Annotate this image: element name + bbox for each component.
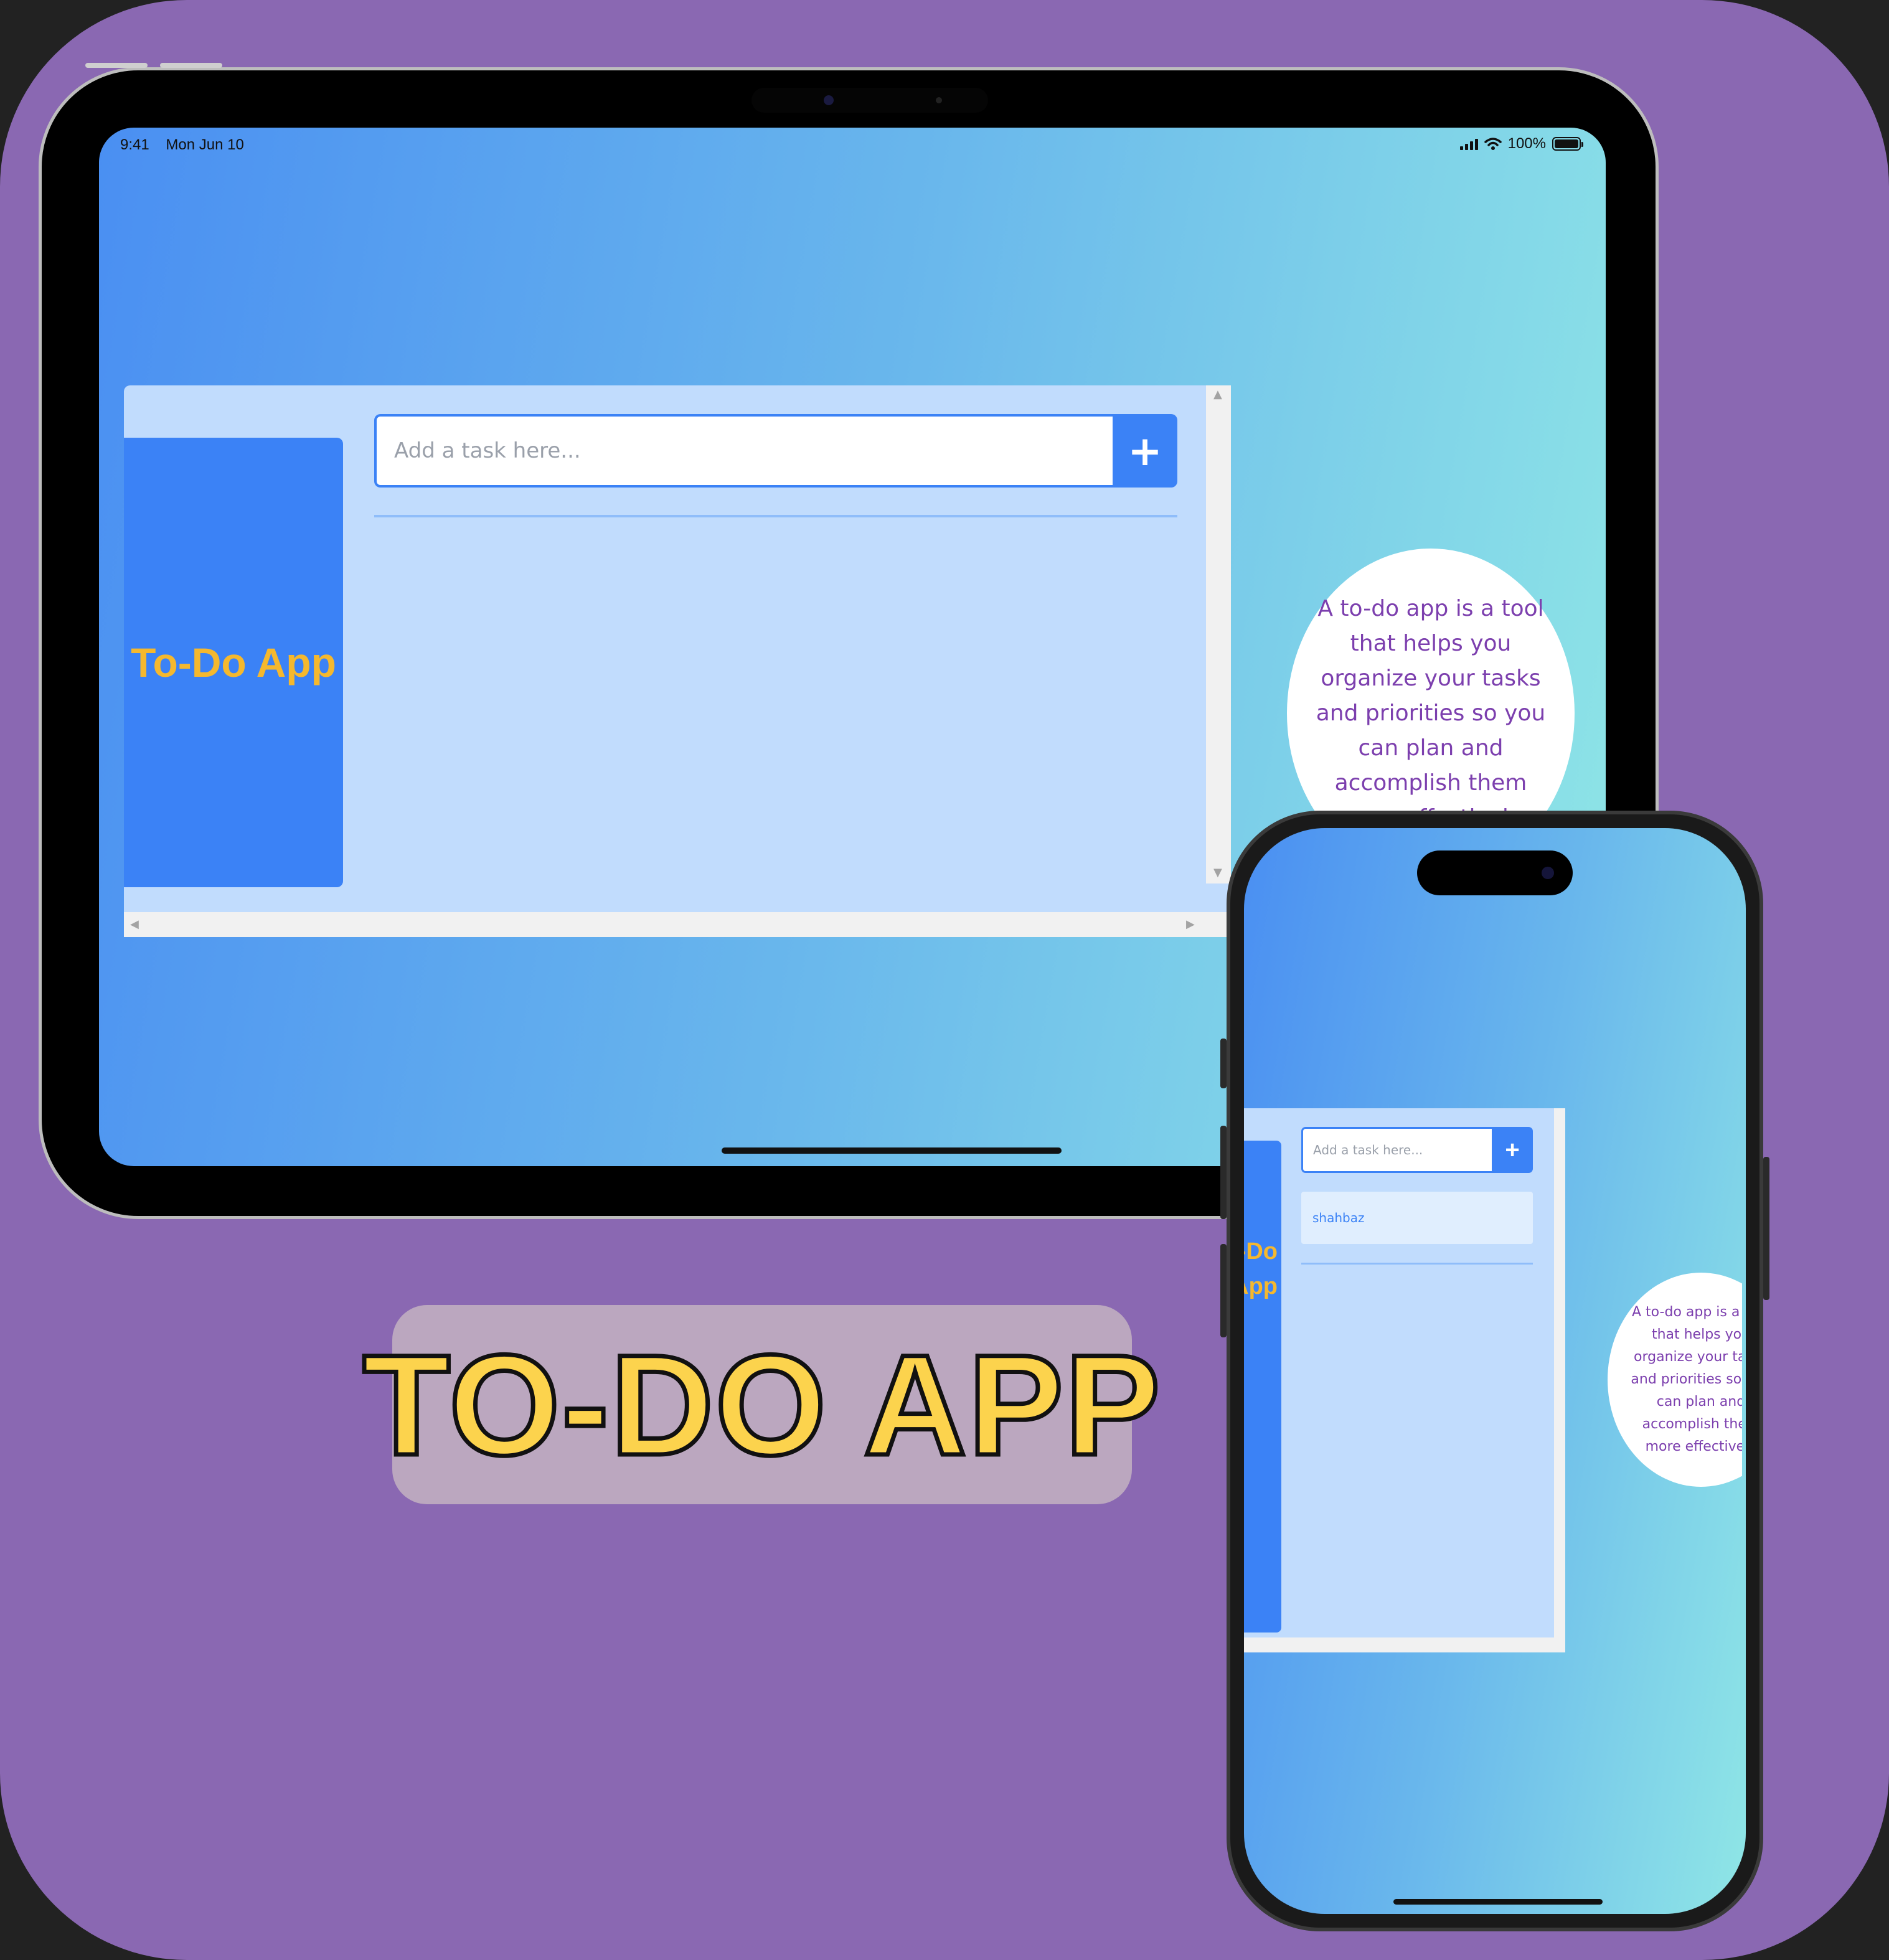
badge-title: TO-DO APP (360, 1322, 1162, 1487)
sensor-icon (936, 97, 942, 103)
iphone-volume-up (1220, 1126, 1227, 1219)
iphone-action-button (1220, 1039, 1227, 1088)
ipad-volume-button (85, 63, 148, 68)
camera-icon (1542, 867, 1554, 879)
ipad-power-button (160, 63, 222, 68)
add-task-form-mobile: + (1301, 1127, 1533, 1173)
horizontal-scrollbar[interactable]: ◀ ▶ (124, 912, 1231, 937)
status-bar-left: 9:41 Mon Jun 10 (120, 136, 244, 154)
app-title-mobile: To-Do App (1244, 1238, 1278, 1299)
iphone-side-button (1763, 1157, 1769, 1300)
task-input-mobile[interactable] (1301, 1127, 1492, 1173)
horizontal-scrollbar-mobile[interactable] (1244, 1637, 1565, 1652)
task-input[interactable] (374, 414, 1113, 488)
todo-app-container: To-Do App + (124, 385, 1231, 912)
plus-icon: + (1128, 426, 1162, 475)
app-sidebar-mobile: To-Do App (1244, 1141, 1281, 1633)
vertical-scrollbar[interactable]: ▲ ▼ (1206, 385, 1231, 883)
add-task-form: + (374, 414, 1177, 488)
iphone-screen: To-Do App + shahbaz (1244, 828, 1746, 1914)
task-item[interactable]: shahbaz (1301, 1192, 1533, 1244)
task-list-divider-mobile (1301, 1263, 1533, 1265)
home-indicator-mobile[interactable] (1393, 1899, 1603, 1905)
battery-percent: 100% (1507, 135, 1546, 152)
dynamic-island (1417, 850, 1573, 895)
wifi-icon (1484, 138, 1502, 150)
plus-icon: + (1505, 1136, 1520, 1164)
status-time: 9:41 (120, 136, 149, 153)
task-item-label: shahbaz (1312, 1210, 1365, 1225)
status-bar-right: 100% (1459, 135, 1583, 153)
iphone-device: To-Do App + shahbaz (1220, 811, 1769, 1931)
scroll-right-icon[interactable]: ▶ (1186, 919, 1195, 930)
signal-icon (1459, 138, 1478, 150)
battery-icon (1552, 137, 1583, 151)
ipad-camera-bar (751, 88, 988, 113)
task-list-divider (374, 515, 1177, 517)
app-sidebar: To-Do App (124, 438, 343, 887)
iphone-volume-down (1220, 1244, 1227, 1337)
app-title: To-Do App (131, 639, 336, 686)
todo-app-container-mobile: To-Do App + shahbaz (1244, 1108, 1554, 1637)
promo-canvas: 9:41 Mon Jun 10 100% To-Do App Add a tas… (0, 0, 1889, 1960)
vertical-scrollbar-mobile[interactable] (1554, 1108, 1565, 1637)
camera-icon (824, 95, 834, 105)
add-task-button-mobile[interactable]: + (1492, 1127, 1533, 1173)
home-indicator[interactable] (722, 1147, 1062, 1154)
add-task-button[interactable]: + (1113, 414, 1177, 488)
scroll-left-icon[interactable]: ◀ (130, 919, 139, 930)
title-badge: TO-DO APP (360, 1305, 1162, 1504)
status-date: Mon Jun 10 (166, 136, 244, 153)
info-text: A to-do app is a tool that helps you org… (1316, 596, 1546, 831)
scroll-up-icon[interactable]: ▲ (1213, 389, 1222, 400)
scroll-down-icon[interactable]: ▼ (1213, 867, 1222, 879)
